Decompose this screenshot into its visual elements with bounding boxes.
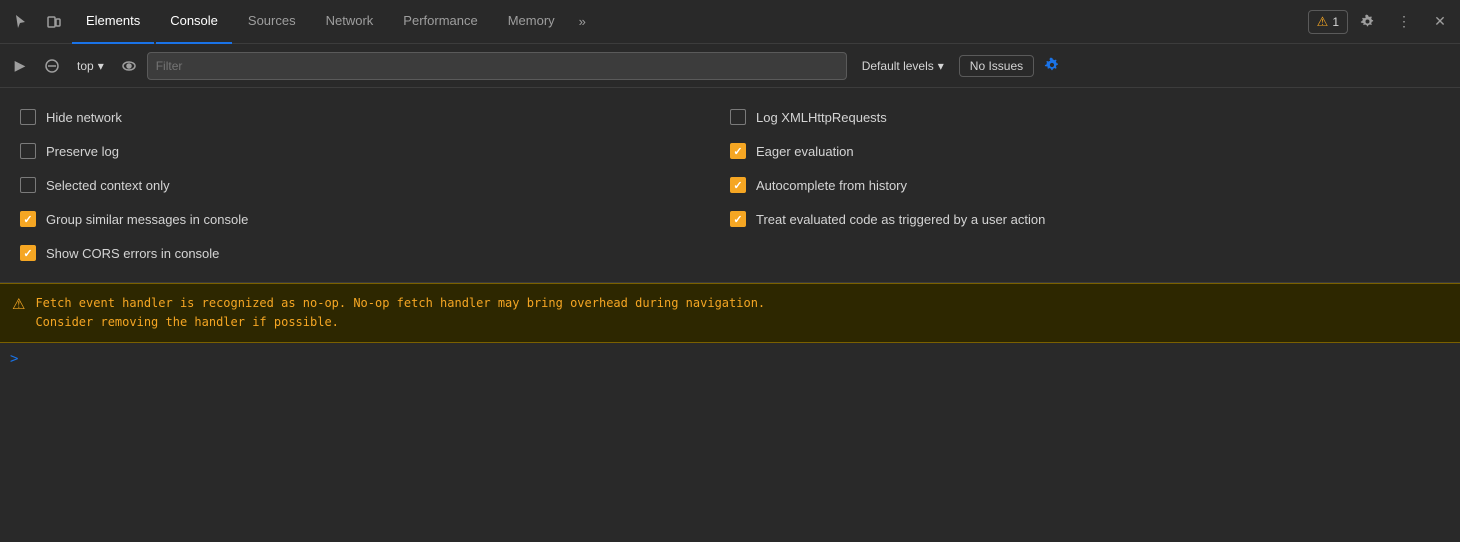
clear-console-btn[interactable]	[38, 52, 66, 80]
console-settings-btn[interactable]	[1038, 52, 1066, 80]
warning-message-text: Fetch event handler is recognized as no-…	[35, 294, 765, 332]
tab-network[interactable]: Network	[312, 0, 388, 44]
context-arrow-icon: ▾	[98, 59, 104, 73]
context-selector[interactable]: top ▾	[70, 56, 111, 76]
log-xml-checkbox[interactable]	[730, 109, 746, 125]
settings-grid: Hide network Preserve log Selected conte…	[20, 100, 1440, 270]
checkbox-log-xml[interactable]: Log XMLHttpRequests	[730, 100, 1440, 134]
cursor-icon	[12, 14, 28, 30]
device-toggle-btn[interactable]	[38, 6, 70, 38]
more-options-btn[interactable]: ⋮	[1388, 6, 1420, 38]
tab-sources[interactable]: Sources	[234, 0, 310, 44]
tab-elements[interactable]: Elements	[72, 0, 154, 44]
console-toolbar: ▶ top ▾ Default levels ▾ No Issues	[0, 44, 1460, 88]
cursor-icon-btn[interactable]	[4, 6, 36, 38]
selected-context-checkbox[interactable]	[20, 177, 36, 193]
close-icon: ✕	[1434, 13, 1446, 30]
console-prompt: >	[10, 351, 18, 367]
tab-memory[interactable]: Memory	[494, 0, 569, 44]
autocomplete-checkbox[interactable]	[730, 177, 746, 193]
checkbox-show-cors[interactable]: Show CORS errors in console	[20, 236, 730, 270]
tab-bar-left: Elements Console Sources Network Perform…	[4, 0, 594, 44]
settings-btn[interactable]	[1352, 6, 1384, 38]
eye-btn[interactable]	[115, 52, 143, 80]
checkbox-preserve-log[interactable]: Preserve log	[20, 134, 730, 168]
context-label: top	[77, 59, 94, 73]
checkbox-selected-context[interactable]: Selected context only	[20, 168, 730, 202]
device-icon	[46, 14, 62, 30]
preserve-log-checkbox[interactable]	[20, 143, 36, 159]
hide-network-checkbox[interactable]	[20, 109, 36, 125]
console-input-row: >	[0, 343, 1460, 375]
levels-arrow-icon: ▾	[938, 59, 944, 73]
console-gear-icon	[1044, 57, 1061, 74]
clear-icon	[44, 58, 60, 74]
tab-bar-right: ⚠ 1 ⋮ ✕	[1308, 6, 1456, 38]
play-icon: ▶	[15, 57, 26, 74]
settings-right-col: Log XMLHttpRequests Eager evaluation Aut…	[730, 100, 1440, 270]
default-levels-btn[interactable]: Default levels ▾	[851, 55, 955, 77]
gear-icon	[1360, 14, 1376, 30]
warning-triangle-icon: ⚠	[12, 295, 25, 313]
show-cors-checkbox[interactable]	[20, 245, 36, 261]
checkbox-treat-evaluated[interactable]: Treat evaluated code as triggered by a u…	[730, 202, 1440, 236]
group-similar-checkbox[interactable]	[20, 211, 36, 227]
tab-performance[interactable]: Performance	[389, 0, 491, 44]
close-btn[interactable]: ✕	[1424, 6, 1456, 38]
eager-eval-checkbox[interactable]	[730, 143, 746, 159]
run-btn[interactable]: ▶	[6, 52, 34, 80]
tab-more-btn[interactable]: »	[571, 0, 594, 44]
tab-console[interactable]: Console	[156, 0, 232, 44]
warning-message-row: ⚠ Fetch event handler is recognized as n…	[0, 283, 1460, 343]
no-issues-btn[interactable]: No Issues	[959, 55, 1034, 77]
settings-panel: Hide network Preserve log Selected conte…	[0, 88, 1460, 283]
checkbox-eager-eval[interactable]: Eager evaluation	[730, 134, 1440, 168]
tab-bar: Elements Console Sources Network Perform…	[0, 0, 1460, 44]
checkbox-autocomplete[interactable]: Autocomplete from history	[730, 168, 1440, 202]
more-dots-icon: ⋮	[1397, 13, 1411, 30]
warning-triangle-icon: ⚠	[1317, 14, 1329, 30]
checkbox-hide-network[interactable]: Hide network	[20, 100, 730, 134]
treat-evaluated-checkbox[interactable]	[730, 211, 746, 227]
checkbox-group-similar[interactable]: Group similar messages in console	[20, 202, 730, 236]
warning-count-badge[interactable]: ⚠ 1	[1308, 10, 1348, 34]
filter-input[interactable]	[147, 52, 847, 80]
eye-icon	[121, 58, 137, 74]
settings-left-col: Hide network Preserve log Selected conte…	[20, 100, 730, 270]
